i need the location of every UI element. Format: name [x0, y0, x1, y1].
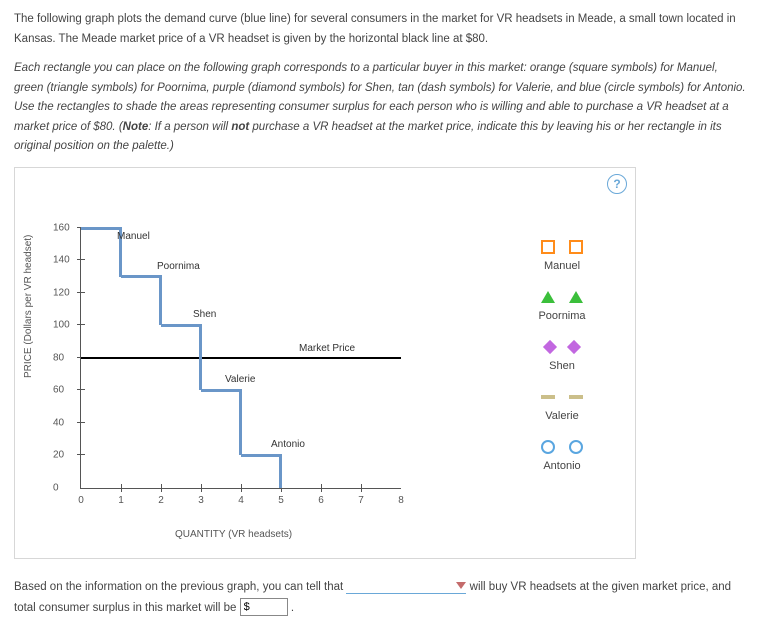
- help-icon[interactable]: ?: [607, 174, 627, 194]
- demand-seg: [161, 324, 201, 327]
- xtick-7: 7: [358, 495, 364, 506]
- xtick-3: 3: [198, 495, 204, 506]
- palette-shen[interactable]: Shen: [517, 338, 607, 372]
- palette-label: Valerie: [517, 410, 607, 422]
- demand-seg: [201, 389, 241, 392]
- demand-seg: [121, 275, 161, 278]
- palette-label: Manuel: [517, 260, 607, 272]
- palette-manuel[interactable]: Manuel: [517, 238, 607, 272]
- palette-label: Shen: [517, 360, 607, 372]
- label-antonio: Antonio: [271, 439, 305, 450]
- y-axis-label: PRICE (Dollars per VR headset): [23, 234, 34, 377]
- label-poornima: Poornima: [157, 261, 200, 272]
- ytick-0: 0: [53, 482, 59, 493]
- graph-panel: ? PRICE (Dollars per VR headset) QUANTIT…: [14, 167, 636, 559]
- ytick-60: 60: [53, 385, 64, 396]
- demand-seg: [239, 389, 242, 455]
- answer-sentence: Based on the information on the previous…: [14, 577, 748, 618]
- ytick-40: 40: [53, 417, 64, 428]
- palette-poornima[interactable]: Poornima: [517, 288, 607, 322]
- palette-antonio[interactable]: Antonio: [517, 438, 607, 472]
- intro-paragraph-2: Each rectangle you can place on the foll…: [14, 59, 748, 157]
- xtick-8: 8: [398, 495, 404, 506]
- diamond-icon: [517, 338, 607, 356]
- xtick-5: 5: [278, 495, 284, 506]
- ytick-140: 140: [53, 255, 70, 266]
- answer-pre: Based on the information on the previous…: [14, 581, 346, 593]
- demand-seg: [279, 454, 282, 488]
- palette-valerie[interactable]: Valerie: [517, 388, 607, 422]
- palette-label: Poornima: [517, 310, 607, 322]
- xtick-2: 2: [158, 495, 164, 506]
- note-label: Note: [123, 121, 149, 133]
- xtick-6: 6: [318, 495, 324, 506]
- ytick-80: 80: [53, 352, 64, 363]
- demand-seg: [241, 454, 281, 457]
- intro-2b: : If a person will: [148, 121, 231, 133]
- demand-seg: [81, 227, 121, 230]
- xtick-4: 4: [238, 495, 244, 506]
- palette: Manuel Poornima Shen Valerie Antonio: [517, 238, 607, 488]
- x-axis-label: QUANTITY (VR headsets): [175, 529, 292, 540]
- buyers-dropdown[interactable]: [346, 579, 466, 594]
- intro-paragraph-1: The following graph plots the demand cur…: [14, 10, 748, 49]
- answer-post: .: [291, 602, 294, 614]
- circle-icon: [517, 438, 607, 456]
- triangle-icon: [517, 288, 607, 306]
- market-price-label: Market Price: [299, 343, 355, 354]
- demand-seg: [199, 324, 202, 390]
- chart-area[interactable]: PRICE (Dollars per VR headset) QUANTITY …: [25, 218, 445, 538]
- label-manuel: Manuel: [117, 231, 150, 242]
- xtick-0: 0: [78, 495, 84, 506]
- ytick-100: 100: [53, 320, 70, 331]
- ytick-120: 120: [53, 287, 70, 298]
- dash-icon: [517, 388, 607, 406]
- label-shen: Shen: [193, 309, 216, 320]
- label-valerie: Valerie: [225, 374, 255, 385]
- palette-label: Antonio: [517, 460, 607, 472]
- square-icon: [517, 238, 607, 256]
- xtick-1: 1: [118, 495, 124, 506]
- surplus-input[interactable]: [240, 598, 288, 616]
- ytick-160: 160: [53, 222, 70, 233]
- demand-seg: [159, 275, 162, 325]
- ytick-20: 20: [53, 450, 64, 461]
- market-price-line: [81, 357, 401, 359]
- plot-region[interactable]: 160 140 120 100 80 60 40 20 0 0 1 2 3 4 …: [80, 228, 401, 489]
- not-label: not: [231, 121, 249, 133]
